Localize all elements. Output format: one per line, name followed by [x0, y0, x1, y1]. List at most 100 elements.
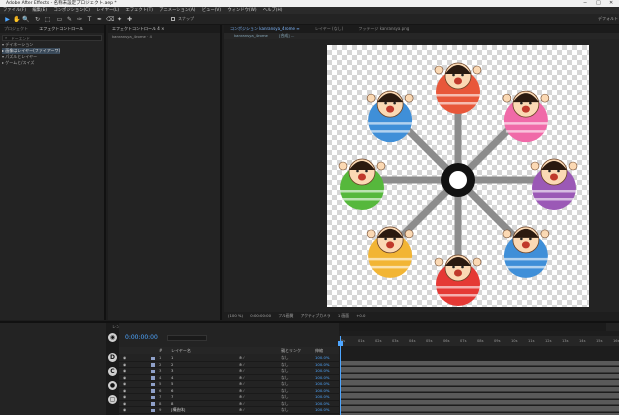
layer-name[interactable]: [構造体] [171, 407, 185, 414]
switch-icon[interactable]: ✻ ⁄ [239, 407, 244, 414]
menu-edit[interactable]: 編集(E) [32, 8, 47, 13]
layer-duration-bar[interactable] [340, 393, 619, 399]
exposure-value[interactable]: +0.0 [356, 313, 365, 318]
record-icon[interactable]: ● [108, 381, 117, 390]
layer-label-color[interactable] [151, 363, 155, 367]
close-button[interactable]: ✕ [609, 0, 613, 7]
layer-duration-bar[interactable] [340, 360, 619, 366]
project-item[interactable]: ▸ ゲームと/スイズ [2, 60, 34, 66]
ferris-wheel-illustration [338, 62, 578, 306]
layer-duration-bar[interactable] [340, 399, 619, 405]
menu-effect[interactable]: エフェクト(T) [125, 8, 152, 13]
rectangle-tool-icon[interactable]: ▭ [56, 16, 63, 23]
layer-label-color[interactable] [151, 376, 155, 380]
col-parent: 親とリンク [281, 348, 301, 353]
selection-tool-icon[interactable]: ▶ [4, 16, 11, 23]
layer-label-color[interactable] [151, 382, 155, 386]
menu-file[interactable]: ファイル(F) [3, 8, 26, 13]
rotate-tool-icon[interactable]: ↻ [34, 16, 41, 23]
playhead[interactable] [338, 336, 343, 415]
gondola-stripe [368, 122, 413, 125]
passenger-hand [404, 93, 414, 103]
frame-icon[interactable]: ▢ [108, 395, 117, 404]
layer-duration-bar[interactable] [340, 380, 619, 386]
passenger-eye [384, 101, 387, 105]
tab-layer[interactable]: レイヤー (なし) [315, 26, 343, 31]
layer-column-header: # レイヤー名 親とリンク 伸縮 [119, 347, 339, 354]
gondola-stripe [532, 190, 576, 193]
minimize-button[interactable]: − [583, 0, 587, 7]
composition-canvas[interactable] [327, 45, 589, 307]
layer-duration-bar[interactable] [340, 406, 619, 412]
time-ruler[interactable]: 0s 01s 02s 03s 04s 05s 06s 07s 08s 09s 10s 11s 12s 13… [339, 336, 619, 346]
breadcrumb-sub[interactable]: [合成] ... [279, 33, 294, 38]
zoom-level[interactable]: (100 %) [228, 313, 243, 318]
tab-project[interactable]: プロジェクト [4, 26, 28, 31]
layer-label-color[interactable] [151, 402, 155, 406]
zoom-tool-icon[interactable]: 🔍 [22, 16, 29, 23]
ruler-tick-label: 05s [426, 339, 433, 343]
view-layout-select[interactable]: 1 画面 [338, 313, 349, 318]
maximize-button[interactable]: □ [596, 0, 601, 7]
tab-effects-presets[interactable]: エフェクトコントロール [39, 26, 83, 31]
d-icon[interactable]: D [108, 353, 117, 362]
menu-animation[interactable]: アニメーション(A) [159, 8, 195, 13]
menu-view[interactable]: ビュー(V) [202, 8, 221, 13]
eraser-tool-icon[interactable]: ⌫ [106, 16, 114, 23]
timeline-timecode[interactable]: 0:00:00:00 [125, 334, 158, 341]
menu-composition[interactable]: コンポジション(C) [53, 8, 89, 13]
gondola-stripe [370, 265, 411, 269]
gondola-stripe [436, 94, 480, 97]
clone-stamp-tool-icon[interactable]: ✒ [96, 16, 103, 23]
search-icon: ⌕ [5, 35, 8, 40]
passenger-hand [530, 161, 540, 171]
project-search-input[interactable]: ⌕ ドーエンド [2, 35, 102, 41]
layer-search-input[interactable] [167, 335, 207, 341]
visibility-eye-icon[interactable]: ◉ [123, 407, 126, 414]
graph-editor-icon[interactable]: ◉ [108, 333, 117, 342]
breadcrumb-comp[interactable]: kanransya_4rome [234, 33, 268, 38]
col-layer-name: レイヤー名 [171, 348, 191, 353]
workspace-label[interactable]: デフォルト [598, 16, 618, 22]
window-title-bar: Adobe After Effects - 名称未設定プロジェクト.aep * … [0, 0, 619, 7]
passenger-hand [404, 229, 414, 239]
roto-brush-tool-icon[interactable]: ✦ [116, 16, 123, 23]
puppet-tool-icon[interactable]: ✚ [126, 16, 133, 23]
c-icon[interactable]: C [108, 367, 117, 376]
layer-parent[interactable]: なし [281, 407, 289, 414]
layer-stretch[interactable]: 100.0% [315, 407, 329, 414]
tab-composition[interactable]: コンポジション kanransya_4rome ≡ [230, 26, 300, 31]
camera-select[interactable]: アクティブカメラ [301, 313, 331, 318]
layer-duration-bar[interactable] [340, 373, 619, 379]
viewer-timecode[interactable]: 0:00:00:00 [250, 313, 271, 318]
menu-layer[interactable]: レイヤー(L) [96, 8, 119, 13]
layer-label-color[interactable] [151, 395, 155, 399]
passenger-hand [502, 93, 512, 103]
gondola-stripe [505, 130, 546, 133]
resolution-select[interactable]: フル画質 [278, 313, 293, 318]
gondola-stripe [503, 122, 548, 125]
passenger-eye [548, 169, 551, 173]
brush-tool-icon[interactable]: ✑ [76, 16, 83, 23]
layer-label-color[interactable] [151, 356, 155, 360]
snap-checkbox[interactable] [171, 17, 175, 21]
passenger-eye [384, 237, 387, 241]
passenger-mouth [521, 105, 530, 113]
layer-label-color[interactable] [151, 369, 155, 373]
hand-tool-icon[interactable]: ✋ [13, 16, 20, 23]
layer-row[interactable]: ◉ 9 [構造体] ✻ ⁄ なし 100.0% [119, 407, 339, 414]
layer-label-color[interactable] [151, 408, 155, 412]
menu-window[interactable]: ウィンドウ(W) [227, 8, 256, 13]
layer-duration-bar[interactable] [340, 367, 619, 373]
tab-effect-controls[interactable]: エフェクトコントロール 4 × [112, 26, 164, 31]
tab-footage[interactable]: フッテージ kanransya.png [358, 26, 409, 31]
layer-label-color[interactable] [151, 389, 155, 393]
pan-behind-tool-icon[interactable]: ⬚ [44, 16, 51, 23]
layer-duration-bar[interactable] [340, 386, 619, 392]
menu-help[interactable]: ヘルプ(H) [263, 8, 282, 13]
passenger-mouth [454, 269, 462, 277]
playhead-handle[interactable] [338, 341, 343, 346]
pen-tool-icon[interactable]: ✎ [66, 16, 73, 23]
type-tool-icon[interactable]: T [86, 16, 93, 23]
col-stretch: 伸縮 [315, 348, 323, 353]
